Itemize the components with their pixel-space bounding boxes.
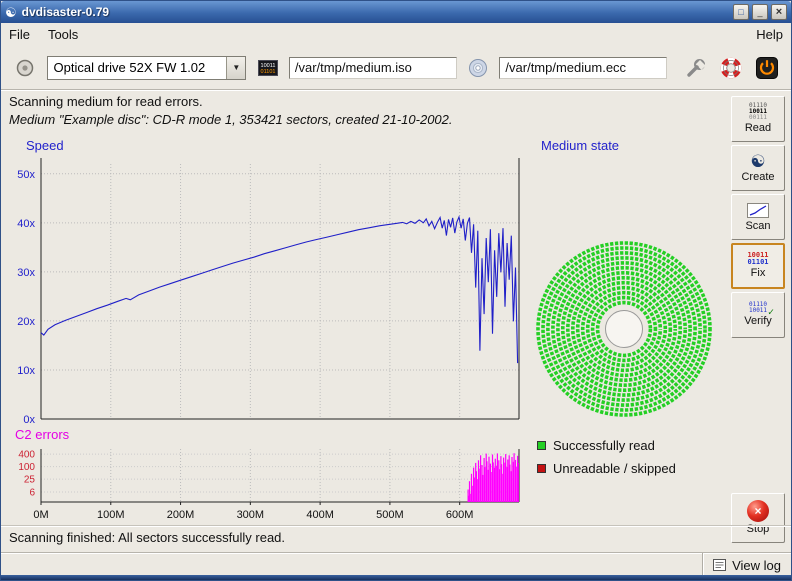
svg-text:50x: 50x <box>17 169 35 181</box>
fix-button[interactable]: 10011 01101 Fix <box>731 243 785 289</box>
svg-text:6: 6 <box>29 488 35 499</box>
help-button[interactable] <box>717 53 746 83</box>
scan-status: Scanning medium for read errors. Medium … <box>9 94 453 127</box>
minimize-icon: _ <box>757 8 762 17</box>
medium-state-legend: Successfully read Unreadable / skipped <box>537 438 676 476</box>
close-icon: × <box>776 7 782 18</box>
disc-svg <box>529 234 719 424</box>
window-frame-bottom <box>1 575 791 580</box>
window-title: dvdisaster-0.79 <box>22 5 109 19</box>
drive-button[interactable] <box>11 53 40 83</box>
window-controls: □ _ × <box>733 4 787 20</box>
c2-chart-title: C2 errors <box>15 427 69 442</box>
svg-text:40x: 40x <box>17 218 35 230</box>
view-log-label: View log <box>732 558 781 573</box>
svg-text:600M: 600M <box>446 509 474 521</box>
lifebuoy-icon <box>720 57 742 79</box>
legend-swatch-success <box>537 441 546 450</box>
menu-help[interactable]: Help <box>756 27 783 42</box>
read-icon-bits-3: 00111 <box>749 115 767 121</box>
c2-chart-svg: 0M 100M 200M 300M 400M 500M 600M 6 25 100400 <box>9 444 529 528</box>
iso-path-input[interactable] <box>289 57 457 79</box>
svg-text:0x: 0x <box>23 414 35 426</box>
scan-label: Scan <box>745 220 770 232</box>
drive-icon <box>14 57 36 79</box>
menu-tools[interactable]: Tools <box>48 27 78 42</box>
quit-button[interactable] <box>752 53 781 83</box>
legend-item-success: Successfully read <box>537 438 676 453</box>
chevron-down-icon: ▼ <box>232 63 240 72</box>
status-separator <box>1 525 791 526</box>
menubar: File Tools Help <box>1 23 791 46</box>
svg-text:20x: 20x <box>17 316 35 328</box>
titlebar[interactable]: ☯ dvdisaster-0.79 □ _ × <box>1 1 791 23</box>
app-icon: ☯ <box>5 6 17 19</box>
power-icon <box>755 56 779 80</box>
svg-text:100M: 100M <box>97 509 125 521</box>
legend-label-success: Successfully read <box>553 438 655 453</box>
fix-icon: 10011 01101 <box>747 252 768 266</box>
fix-label: Fix <box>751 267 766 279</box>
action-sidebar: 01110 10011 00111 Read ☯ Create Scan 100… <box>728 96 788 338</box>
scan-button[interactable]: Scan <box>731 194 785 240</box>
app-window: ☯ dvdisaster-0.79 □ _ × File Tools Help … <box>0 0 792 581</box>
svg-text:0M: 0M <box>33 509 48 521</box>
toolbar: Optical drive 52X FW 1.02 ▼ 10011 01101 <box>1 46 791 90</box>
svg-text:400: 400 <box>18 450 35 461</box>
menu-file[interactable]: File <box>9 27 30 42</box>
drive-selector-arrow[interactable]: ▼ <box>226 57 245 79</box>
stop-area: × Stop <box>728 493 788 543</box>
minimize-button[interactable]: _ <box>752 4 768 20</box>
create-label: Create <box>741 171 774 183</box>
maximize-button[interactable]: □ <box>733 4 749 20</box>
svg-text:500M: 500M <box>376 509 404 521</box>
speed-chart-title: Speed <box>26 138 64 153</box>
yin-yang-icon: ☯ <box>750 153 765 170</box>
read-label: Read <box>745 122 771 134</box>
verify-icon: 01110 10011 ✓ <box>749 302 767 314</box>
status-message: Scanning finished: All sectors successfu… <box>9 530 285 545</box>
status-line-primary: Scanning medium for read errors. <box>9 94 453 109</box>
status-line-medium-info: Medium "Example disc": CD-R mode 1, 3534… <box>9 112 453 127</box>
read-button[interactable]: 01110 10011 00111 Read <box>731 96 785 142</box>
ecc-path-input[interactable] <box>499 57 667 79</box>
log-icon <box>712 558 727 572</box>
maximize-icon: □ <box>738 8 743 17</box>
legend-swatch-unreadable <box>537 464 546 473</box>
svg-text:100: 100 <box>18 462 35 473</box>
create-button[interactable]: ☯ Create <box>731 145 785 191</box>
verify-button[interactable]: 01110 10011 ✓ Verify <box>731 292 785 338</box>
drive-selector-value: Optical drive 52X FW 1.02 <box>48 57 227 79</box>
view-log-button[interactable]: View log <box>702 553 791 577</box>
svg-text:10x: 10x <box>17 365 35 377</box>
svg-text:300M: 300M <box>237 509 265 521</box>
read-icon: 01110 10011 00111 <box>749 103 767 121</box>
verify-icon-bits-2: 10011 <box>749 308 767 314</box>
wrench-icon <box>685 57 707 79</box>
legend-item-unreadable: Unreadable / skipped <box>537 461 676 476</box>
svg-text:25: 25 <box>24 475 36 486</box>
svg-text:30x: 30x <box>17 267 35 279</box>
preferences-button[interactable] <box>681 53 710 83</box>
iso-file-button[interactable]: 10011 01101 <box>253 53 282 83</box>
close-button[interactable]: × <box>771 4 787 20</box>
iso-chip-icon: 10011 01101 <box>256 57 280 79</box>
scan-chart-icon <box>746 202 770 219</box>
stop-x-glyph: × <box>754 505 761 517</box>
speed-chart-svg: 0x 10x 20x 30x 40x 50x <box>9 156 529 428</box>
fix-icon-bits-2: 01101 <box>747 259 768 266</box>
stop-icon: × <box>747 500 769 522</box>
svg-text:01101: 01101 <box>260 69 275 75</box>
check-icon: ✓ <box>768 308 774 318</box>
stop-button[interactable]: × Stop <box>731 493 785 543</box>
ecc-file-button[interactable] <box>464 53 493 83</box>
legend-label-unreadable: Unreadable / skipped <box>553 461 676 476</box>
svg-text:400M: 400M <box>306 509 334 521</box>
medium-state-title: Medium state <box>541 138 619 153</box>
svg-text:200M: 200M <box>167 509 195 521</box>
ecc-disc-icon <box>467 57 489 79</box>
drive-selector[interactable]: Optical drive 52X FW 1.02 ▼ <box>47 56 247 80</box>
footer-bar: View log <box>1 552 791 577</box>
